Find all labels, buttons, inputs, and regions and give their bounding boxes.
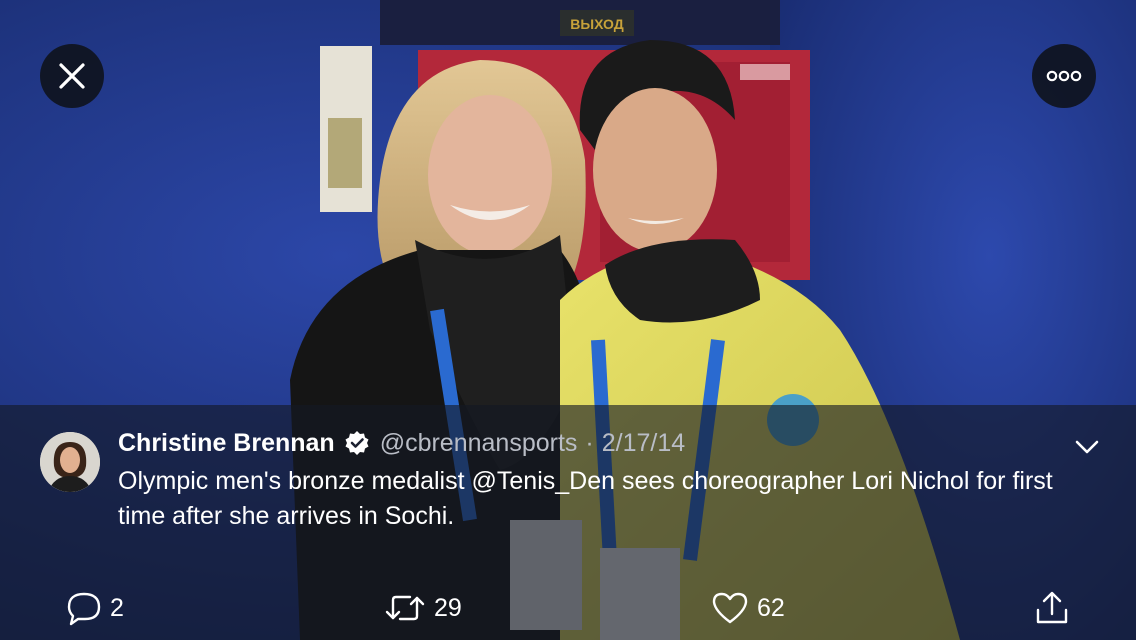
close-button[interactable]	[40, 44, 104, 108]
tweet-date[interactable]: 2/17/14	[602, 429, 685, 458]
chevron-down-icon[interactable]	[1072, 432, 1102, 462]
like-button[interactable]: 62	[711, 590, 785, 626]
share-button[interactable]	[1034, 590, 1070, 626]
exit-sign: ВЫХОД	[560, 10, 634, 36]
exit-sign-text: ВЫХОД	[570, 16, 623, 32]
tweet-text-before: Olympic men's bronze medalist	[118, 467, 472, 495]
reply-icon	[67, 592, 101, 626]
more-options-button[interactable]	[1032, 44, 1096, 108]
retweet-button[interactable]: 29	[384, 590, 462, 626]
reply-count: 2	[110, 593, 124, 622]
author-name[interactable]: Christine Brennan	[118, 429, 335, 458]
mention-link[interactable]: @Tenis_Den	[472, 467, 616, 495]
more-icon	[1046, 70, 1082, 82]
share-icon	[1036, 591, 1068, 624]
heart-icon	[712, 592, 748, 624]
avatar[interactable]	[40, 432, 100, 492]
retweet-icon	[385, 595, 425, 621]
like-count: 62	[757, 593, 785, 622]
author-handle[interactable]: @cbrennansports	[380, 429, 578, 458]
reply-button[interactable]: 2	[66, 590, 124, 626]
tweet-text: Olympic men's bronze medalist @Tenis_Den…	[118, 464, 1078, 534]
verified-badge-icon	[345, 431, 369, 455]
retweet-count: 29	[434, 593, 462, 622]
separator-dot: ·	[585, 428, 594, 457]
tweet-header: Christine Brennan @cbrennansports · 2/17…	[118, 426, 685, 460]
close-icon	[59, 63, 85, 89]
